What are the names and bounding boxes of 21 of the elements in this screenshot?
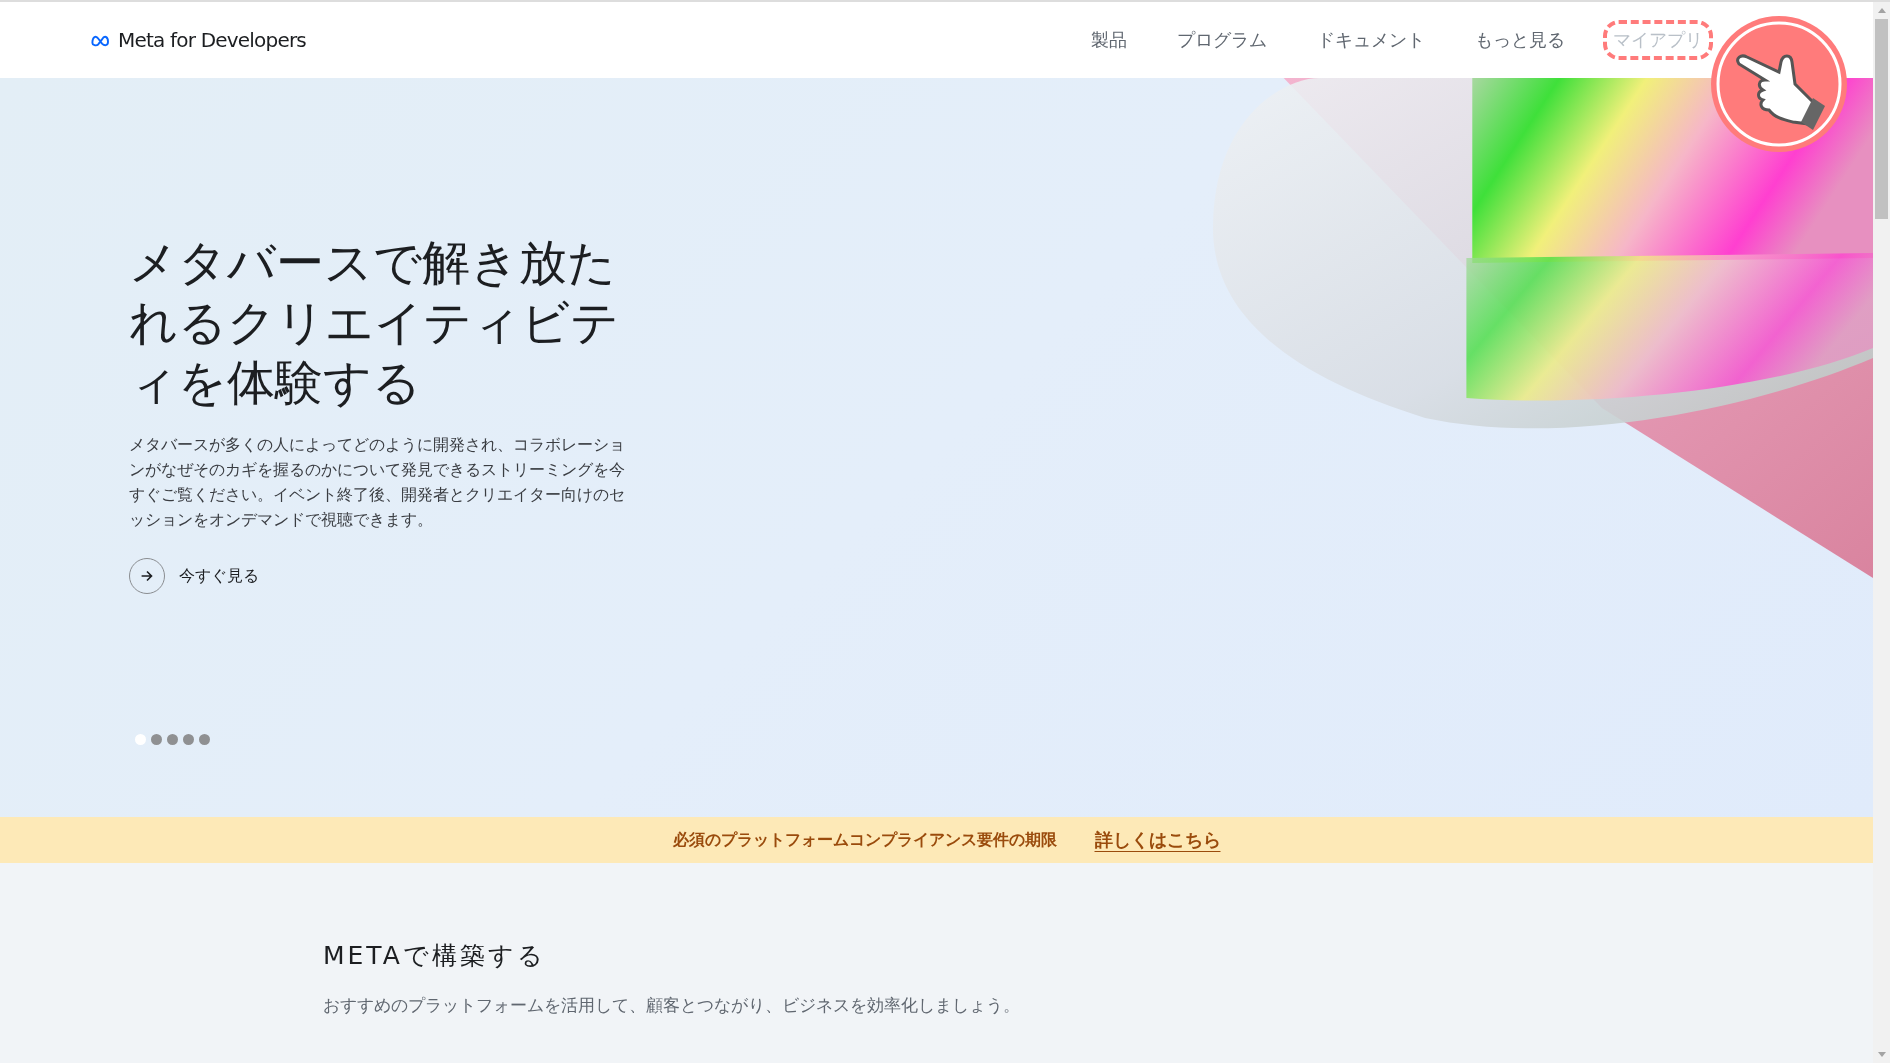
scrollbar-thumb[interactable] [1875,19,1888,219]
nav-link[interactable]: 製品 [1089,24,1129,56]
section-heading: METAで構築する [323,940,547,972]
section-subtitle: おすすめのプラットフォームを活用して、顧客とつながり、ビジネスを効率化しましょう。 [323,994,1021,1017]
hero-description: メタバースが多くの人によってどのように開発され、コラボレーションがなぜそのカギを握るのかについて発見できるストリーミングを今すぐご覧ください。イベント終了後、開発者とクリエイター向けのセッションをオンデマンドで視聴できます。 [129,434,626,531]
carousel-dot[interactable] [151,734,162,745]
nav-link[interactable]: もっと見る [1473,24,1567,56]
scroll-down-icon[interactable] [1877,1052,1886,1057]
scroll-up-icon[interactable] [1877,8,1886,13]
carousel-dot[interactable] [135,734,146,745]
notice-text: 必須のプラットフォームコンプライアンス要件の期限 [672,829,1057,851]
nav-link[interactable]: ドキュメント [1315,24,1427,56]
nav-link[interactable]: プログラム [1175,24,1269,56]
hero-heading: メタバースで解き放たれるクリエイティビティを体験する [129,233,620,412]
carousel-dot[interactable] [167,734,178,745]
scrollbar[interactable] [1873,2,1890,1063]
learn-more-link[interactable]: 詳しくはこちら [1094,828,1221,852]
watch-now-link[interactable]: 今すぐ見る [129,558,259,594]
carousel-dot[interactable] [199,734,210,745]
carousel-dot[interactable] [183,734,194,745]
logo-text[interactable]: Meta for Developers [118,28,306,52]
